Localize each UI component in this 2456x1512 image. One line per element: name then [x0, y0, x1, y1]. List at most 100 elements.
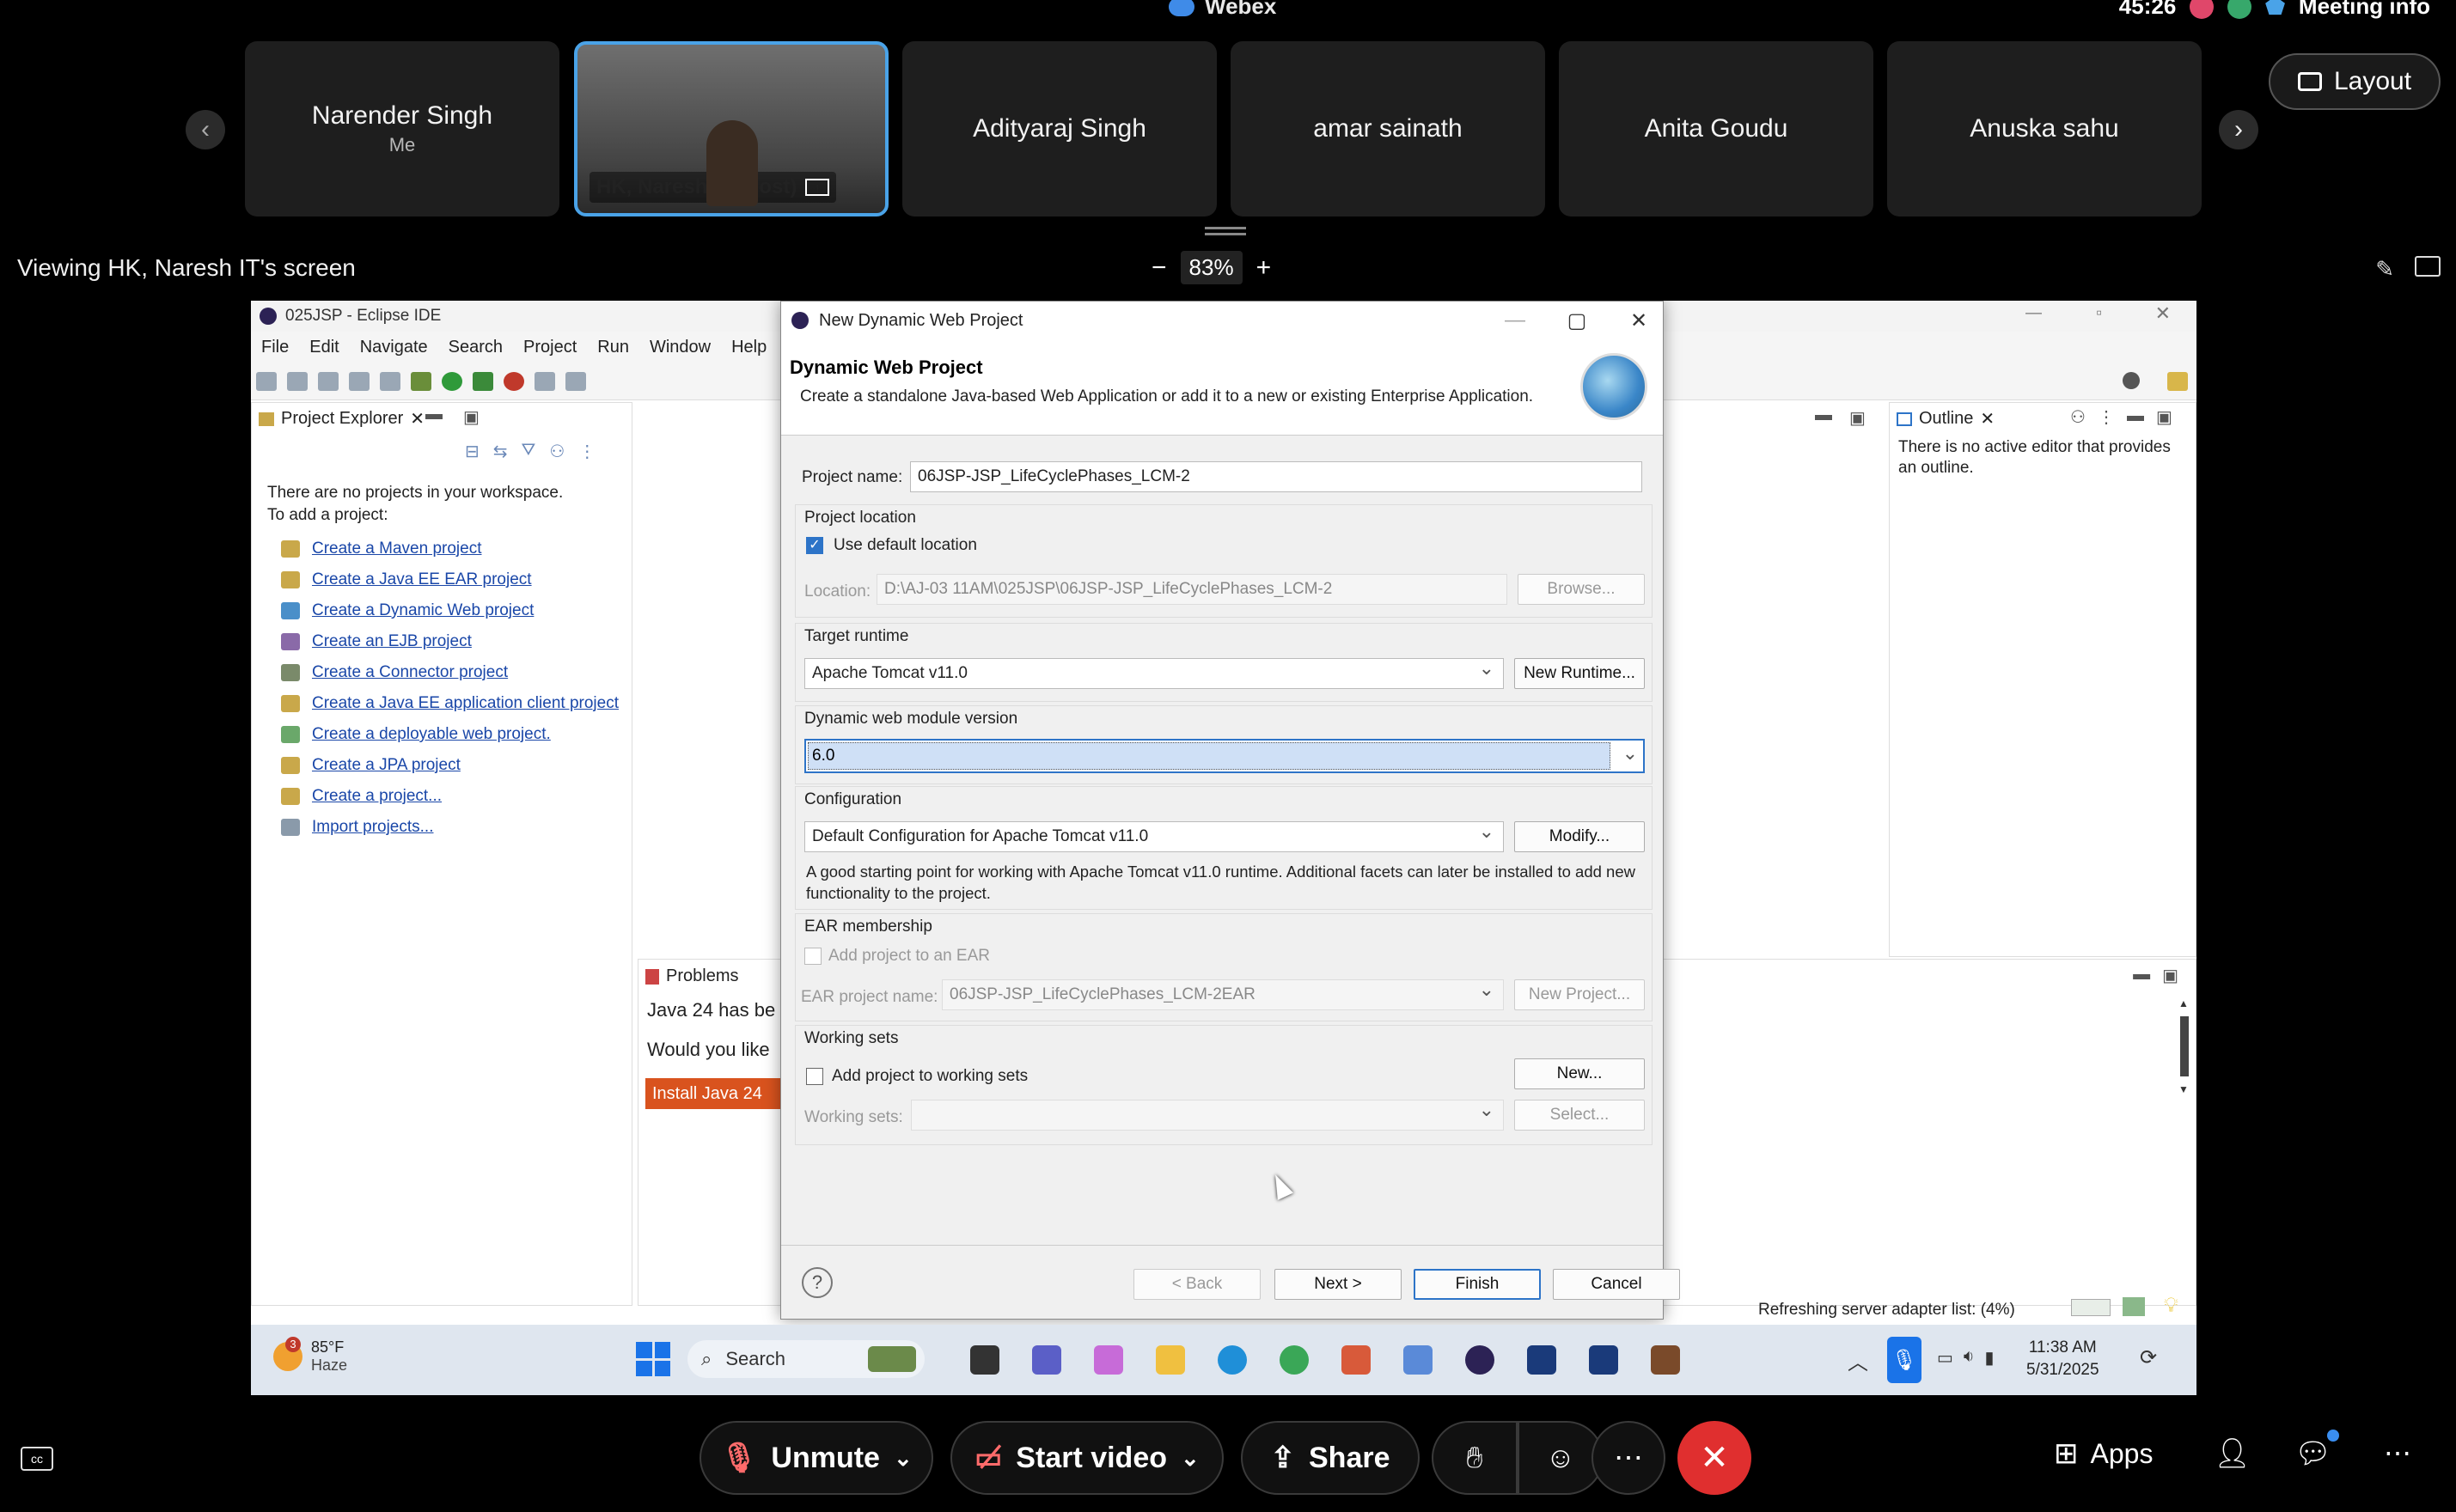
- strip-resize-handle[interactable]: [1205, 227, 1246, 235]
- reactions-button[interactable]: ☺︎: [1518, 1421, 1604, 1495]
- undo-icon[interactable]: [349, 372, 370, 391]
- dialog-minimize-icon[interactable]: —: [1491, 302, 1539, 339]
- dialog-maximize-icon[interactable]: ▢: [1553, 302, 1601, 339]
- more-menu-button[interactable]: ⋯: [2384, 1436, 2411, 1469]
- redo-icon[interactable]: [380, 372, 400, 391]
- add-to-working-sets-checkbox[interactable]: Add project to working sets: [806, 1067, 1028, 1086]
- perspective-icon[interactable]: [2167, 372, 2188, 391]
- collapse-all-icon[interactable]: ⊟: [465, 441, 480, 462]
- problems-tab[interactable]: Problems: [645, 966, 738, 986]
- menu-help[interactable]: Help: [731, 338, 767, 357]
- create-maven-project-link[interactable]: Create a Maven project: [281, 533, 619, 564]
- participants-button[interactable]: 👤︎: [2214, 1436, 2251, 1471]
- edge-icon[interactable]: [1218, 1345, 1247, 1375]
- chrome-icon[interactable]: [1280, 1345, 1309, 1375]
- menu-project[interactable]: Project: [523, 338, 577, 357]
- teams-icon[interactable]: [1032, 1345, 1061, 1375]
- microphone-icon[interactable]: 🎙︎: [1887, 1337, 1921, 1383]
- unmute-button[interactable]: 🎙︎ Unmute ⌄: [700, 1421, 933, 1495]
- focus-icon[interactable]: ⚇: [549, 441, 565, 462]
- webex-meetings-icon[interactable]: [1589, 1345, 1618, 1375]
- participant-tile[interactable]: Anuska sahu: [1887, 41, 2202, 216]
- progress-view-icon[interactable]: [2123, 1297, 2145, 1316]
- menu-file[interactable]: File: [261, 338, 289, 357]
- share-button[interactable]: ⇪ Share: [1241, 1421, 1420, 1495]
- zoom-level[interactable]: 83%: [1180, 251, 1243, 284]
- filter-icon[interactable]: ⛛: [522, 441, 536, 462]
- taskbar-clock[interactable]: 11:38 AM 5/31/2025: [2026, 1337, 2099, 1381]
- webex-icon[interactable]: [1527, 1345, 1556, 1375]
- view-menu-icon[interactable]: ⋮: [2098, 406, 2115, 428]
- eclipse-minimize-icon[interactable]: —: [2025, 304, 2042, 323]
- more-options-button[interactable]: ⋯: [1592, 1421, 1665, 1495]
- debug-icon[interactable]: [411, 372, 431, 391]
- chevron-down-icon[interactable]: ⌄: [1181, 1445, 1200, 1472]
- ear-project-select[interactable]: 06JSP-JSP_LifeCyclePhases_LCM-2EAR: [942, 979, 1504, 1010]
- weather-widget[interactable]: 3 85°F Haze: [273, 1337, 347, 1375]
- project-explorer-tab[interactable]: Project Explorer ✕: [259, 408, 425, 430]
- maximize-view-icon[interactable]: ▣: [2156, 406, 2172, 428]
- menu-window[interactable]: Window: [650, 338, 711, 357]
- participant-tile[interactable]: Narender Singh Me: [245, 41, 559, 216]
- create-ejb-project-link[interactable]: Create an EJB project: [281, 626, 619, 657]
- new-icon[interactable]: [256, 372, 277, 391]
- minimize-view-icon[interactable]: ▬: [425, 405, 443, 424]
- host-video-tile[interactable]: HK, Naresh IT (Host) ↑: [574, 41, 889, 216]
- new-ear-project-button[interactable]: New Project...: [1514, 979, 1645, 1010]
- eclipse-running-icon[interactable]: [1651, 1345, 1680, 1375]
- import-projects-link[interactable]: Import projects...: [281, 812, 619, 843]
- annotate-icon[interactable]: ✎: [2375, 256, 2394, 283]
- new-working-set-button[interactable]: New...: [1514, 1058, 1645, 1089]
- apps-button[interactable]: ⊞ Apps: [2054, 1436, 2153, 1471]
- modify-button[interactable]: Modify...: [1514, 821, 1645, 852]
- layout-button[interactable]: Layout: [2269, 53, 2441, 110]
- install-java-button[interactable]: Install Java 24: [645, 1078, 783, 1109]
- raise-hand-button[interactable]: ✋︎: [1432, 1421, 1518, 1495]
- new-runtime-button[interactable]: New Runtime...: [1514, 658, 1645, 689]
- menu-search[interactable]: Search: [449, 338, 503, 357]
- module-version-select[interactable]: 6.0 ⌄: [804, 739, 1645, 773]
- network-icon[interactable]: ▭: [1937, 1347, 1953, 1369]
- dialog-close-icon[interactable]: ✕: [1615, 302, 1663, 339]
- configuration-select[interactable]: Default Configuration for Apache Tomcat …: [804, 820, 1504, 852]
- volume-icon[interactable]: 🔉︎: [1964, 1347, 1975, 1369]
- add-to-ear-checkbox[interactable]: Add project to an EAR: [804, 947, 990, 966]
- cancel-button[interactable]: Cancel: [1553, 1269, 1680, 1300]
- close-icon[interactable]: ✕: [410, 408, 425, 430]
- location-input[interactable]: D:\AJ-03 11AM\025JSP\06JSP-JSP_LifeCycle…: [877, 574, 1507, 605]
- focus-icon[interactable]: ⚇: [2070, 406, 2086, 428]
- web-browser-icon[interactable]: [565, 372, 586, 391]
- participant-tile[interactable]: Adityaraj Singh: [902, 41, 1217, 216]
- coverage-icon[interactable]: [473, 372, 493, 391]
- save-all-icon[interactable]: [318, 372, 339, 391]
- battery-icon[interactable]: ▮: [1985, 1347, 1995, 1369]
- working-sets-select[interactable]: [911, 1099, 1504, 1131]
- close-icon[interactable]: ✕: [1980, 408, 1995, 430]
- problems-scrollbar[interactable]: ▲ ▼: [2178, 997, 2190, 1118]
- file-explorer-icon[interactable]: [1156, 1345, 1185, 1375]
- start-video-button[interactable]: ▭̸ Start video ⌄: [950, 1421, 1224, 1495]
- create-jpa-project-link[interactable]: Create a JPA project: [281, 750, 619, 781]
- run-icon[interactable]: [442, 372, 462, 391]
- finish-button[interactable]: Finish: [1414, 1269, 1541, 1300]
- start-button-icon[interactable]: [636, 1342, 670, 1376]
- notifications-icon[interactable]: ⟳: [2140, 1345, 2157, 1370]
- maximize-view-icon[interactable]: ▣: [2162, 965, 2178, 986]
- project-name-input[interactable]: 06JSP-JSP_LifeCyclePhases_LCM-2: [910, 461, 1642, 492]
- create-project-link[interactable]: Create a project...: [281, 781, 619, 812]
- view-menu-icon[interactable]: ⋮: [578, 441, 596, 462]
- meeting-info-button[interactable]: Meeting info: [2299, 0, 2430, 20]
- chevron-down-icon[interactable]: ⌄: [894, 1445, 913, 1472]
- minimize-view-icon[interactable]: ▬: [2133, 965, 2150, 986]
- create-connector-project-link[interactable]: Create a Connector project: [281, 657, 619, 688]
- task-view-icon[interactable]: [970, 1345, 999, 1375]
- participants-next-button[interactable]: ›: [2219, 110, 2258, 149]
- target-runtime-select[interactable]: Apache Tomcat v11.0: [804, 657, 1504, 689]
- eclipse-close-icon[interactable]: ✕: [2155, 302, 2171, 325]
- participants-prev-button[interactable]: ‹: [186, 110, 225, 149]
- eclipse-icon[interactable]: [1465, 1345, 1494, 1375]
- menu-run[interactable]: Run: [597, 338, 629, 357]
- link-editor-icon[interactable]: ⇆: [493, 441, 508, 462]
- participant-tile[interactable]: amar sainath: [1231, 41, 1545, 216]
- chat-button[interactable]: 💬︎: [2294, 1430, 2339, 1471]
